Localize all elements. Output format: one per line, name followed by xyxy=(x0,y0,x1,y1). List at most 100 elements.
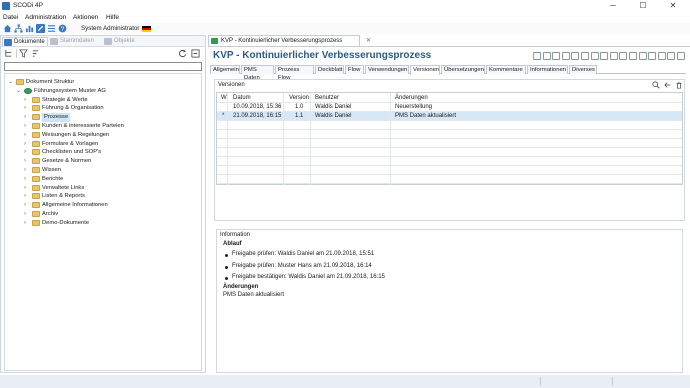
expand-arrow-icon[interactable]: › xyxy=(24,184,30,193)
tab-dokumente[interactable]: Dokumente xyxy=(2,37,48,46)
subtab-informationen[interactable]: Informationen xyxy=(527,65,568,74)
subtab-prozess-flow[interactable]: Prozess Flow xyxy=(275,65,314,81)
folder-icon xyxy=(32,193,40,200)
home-icon[interactable] xyxy=(3,24,12,33)
subtab-übersetzungen[interactable]: Übersetzungen xyxy=(441,65,485,74)
subtab-versionen[interactable]: Versionen xyxy=(410,65,440,75)
history-icon[interactable] xyxy=(571,52,580,60)
expand-arrow-icon[interactable]: › xyxy=(24,96,30,105)
tab-dokumente-label: Dokumente xyxy=(14,39,45,45)
minimize-button[interactable]: ─ xyxy=(602,0,624,12)
approve-icon[interactable] xyxy=(561,52,570,60)
information-caption: Information xyxy=(220,232,251,238)
tree-item-label: Führungssystem Muster AG xyxy=(34,87,106,94)
expand-arrow-icon[interactable]: › xyxy=(24,201,30,210)
menu-administration[interactable]: Administration xyxy=(25,14,66,21)
changes-heading: Änderungen xyxy=(223,284,259,290)
collapse-arrow-icon[interactable]: ⌄ xyxy=(16,87,22,96)
save-icon[interactable] xyxy=(533,52,541,60)
sort-icon[interactable] xyxy=(31,49,40,58)
expand-arrow-icon[interactable]: › xyxy=(24,113,30,122)
subtab-pms-daten[interactable]: PMS Daten xyxy=(241,65,274,81)
grid-line xyxy=(217,147,682,148)
print-icon[interactable] xyxy=(629,52,637,60)
refresh-icon[interactable] xyxy=(178,49,187,58)
folder-icon xyxy=(32,202,40,209)
edit-icon[interactable] xyxy=(36,24,45,33)
list-icon[interactable] xyxy=(47,24,56,33)
expand-arrow-icon[interactable]: › xyxy=(24,157,30,166)
tree-view-icon[interactable] xyxy=(4,49,13,58)
grid-line xyxy=(217,156,682,157)
collapse-arrow-icon[interactable]: ⌄ xyxy=(8,78,14,87)
navigator-pane: Dokumente Stammdaten Objekte ⌄ Dokument S… xyxy=(0,35,206,373)
grid-line xyxy=(217,102,682,103)
expand-arrow-icon[interactable]: › xyxy=(24,219,30,228)
grid-line xyxy=(217,183,682,184)
tree-item-label: Archiv xyxy=(42,211,59,217)
delete-icon[interactable] xyxy=(675,81,683,89)
maximize-button[interactable]: ☐ xyxy=(632,0,654,12)
ablauf-item: Freigabe prüfen: Waldis Daniel am 21.09.… xyxy=(232,251,375,257)
preview-icon[interactable] xyxy=(590,52,599,60)
subtab-kommentare[interactable]: Kommentare xyxy=(486,65,526,74)
copy-icon[interactable] xyxy=(600,52,609,60)
archive-icon[interactable] xyxy=(667,52,676,60)
compare-icon[interactable] xyxy=(664,81,672,89)
tree-filter-input[interactable] xyxy=(4,62,202,71)
tree-item-label: Checklisten und SOP's xyxy=(42,149,102,156)
subtab-verwendungen[interactable]: Verwendungen xyxy=(365,65,409,74)
subtab-allgemein[interactable]: Allgemein xyxy=(210,65,240,74)
expand-arrow-icon[interactable]: › xyxy=(24,192,30,201)
expand-arrow-icon[interactable]: › xyxy=(24,122,30,131)
column-w[interactable]: W xyxy=(221,94,227,102)
folder-icon xyxy=(32,140,40,147)
filter-icon[interactable] xyxy=(19,49,28,58)
menu-hilfe[interactable]: Hilfe xyxy=(106,14,119,21)
expand-arrow-icon[interactable]: › xyxy=(24,104,30,113)
expand-arrow-icon[interactable]: › xyxy=(24,131,30,140)
screen-icon[interactable] xyxy=(581,52,589,60)
mail-icon[interactable] xyxy=(657,52,666,60)
tree-item-label: Kunden & interessierte Parteien xyxy=(42,123,124,129)
grid-line xyxy=(217,111,682,112)
subtab-deckblatt[interactable]: Deckblatt xyxy=(315,65,344,74)
column-version[interactable]: Version xyxy=(289,94,309,102)
status-divider xyxy=(612,377,613,386)
title-bar: SCODi 4P ─ ☐ ✕ xyxy=(0,0,690,12)
tab-stammdaten[interactable]: Stammdaten xyxy=(49,37,96,46)
column-benutzer[interactable]: Benutzer xyxy=(315,94,339,102)
close-tab-icon[interactable]: ✕ xyxy=(366,36,371,46)
expand-arrow-icon[interactable]: › xyxy=(24,175,30,184)
column-aenderungen[interactable]: Änderungen xyxy=(395,94,428,102)
expand-arrow-icon[interactable]: › xyxy=(24,210,30,219)
collapse-all-icon[interactable] xyxy=(191,49,200,58)
tab-objekte[interactable]: Objekte xyxy=(103,37,137,46)
expand-arrow-icon[interactable]: › xyxy=(24,148,30,157)
expand-arrow-icon[interactable]: › xyxy=(24,166,30,175)
folder-icon xyxy=(16,79,24,85)
menu-datei[interactable]: Datei xyxy=(3,14,18,21)
search-icon[interactable] xyxy=(652,81,660,89)
lock-icon[interactable] xyxy=(552,52,561,60)
tree-item-label: Strategie & Werte xyxy=(42,96,88,103)
export-icon[interactable] xyxy=(609,52,618,60)
chart-icon[interactable] xyxy=(25,24,34,33)
hierarchy-icon[interactable] xyxy=(14,24,23,33)
link-icon[interactable] xyxy=(619,52,628,60)
undo-icon[interactable] xyxy=(638,52,647,60)
help-icon[interactable]: ? xyxy=(58,24,67,33)
folder-icon xyxy=(32,184,40,191)
close-doc-icon[interactable] xyxy=(677,52,685,60)
expand-arrow-icon[interactable]: › xyxy=(24,140,30,149)
share-icon[interactable] xyxy=(648,52,657,60)
menu-aktionen[interactable]: Aktionen xyxy=(73,14,98,21)
subtab-diverses[interactable]: Diverses xyxy=(569,65,597,74)
document-tab[interactable]: KVP - Kontinuierlicher Verbesserungsproz… xyxy=(208,35,371,46)
subtab-flow[interactable]: Flow xyxy=(345,65,364,74)
de-flag-icon[interactable] xyxy=(142,26,151,32)
close-button[interactable]: ✕ xyxy=(662,0,684,12)
column-datum[interactable]: Datum xyxy=(233,94,251,102)
check-icon[interactable] xyxy=(542,52,551,60)
svg-text:?: ? xyxy=(61,26,65,33)
